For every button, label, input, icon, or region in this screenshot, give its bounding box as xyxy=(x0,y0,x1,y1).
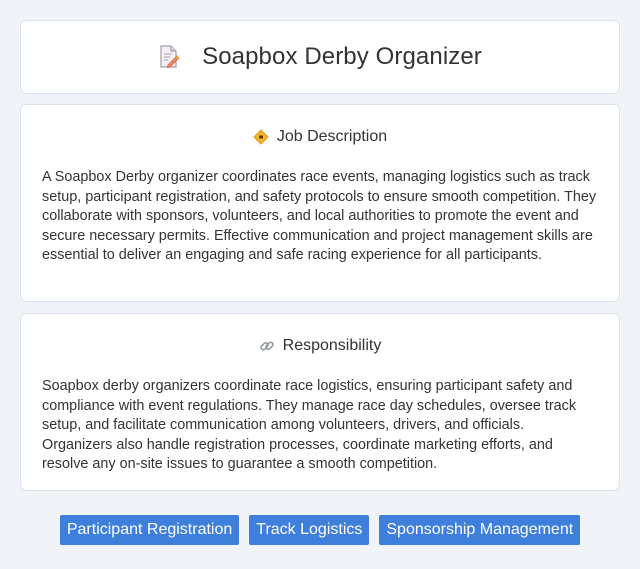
tag-participant-registration[interactable]: Participant Registration xyxy=(59,515,240,545)
responsibility-card: Responsibility Soapbox derby organizers … xyxy=(20,313,620,491)
responsibility-header: Responsibility xyxy=(42,336,598,356)
header-card: Soapbox Derby Organizer xyxy=(20,20,620,94)
link-icon xyxy=(259,338,275,354)
diamond-sign-icon xyxy=(253,129,269,145)
document-edit-icon xyxy=(158,45,180,69)
job-description-text: A Soapbox Derby organizer coordinates ra… xyxy=(42,169,597,264)
page-title: Soapbox Derby Organizer xyxy=(202,43,482,70)
job-description-card: Job Description A Soapbox Derby organize… xyxy=(20,104,620,302)
tag-sponsorship-management[interactable]: Sponsorship Management xyxy=(379,515,581,545)
responsibility-title: Responsibility xyxy=(282,337,382,354)
job-description-header: Job Description xyxy=(42,127,598,147)
responsibility-text: Soapbox derby organizers coordinate race… xyxy=(42,378,577,473)
tag-track-logistics[interactable]: Track Logistics xyxy=(249,515,370,545)
tag-list: Participant Registration Track Logistics… xyxy=(0,515,640,545)
job-description-title: Job Description xyxy=(276,128,388,145)
